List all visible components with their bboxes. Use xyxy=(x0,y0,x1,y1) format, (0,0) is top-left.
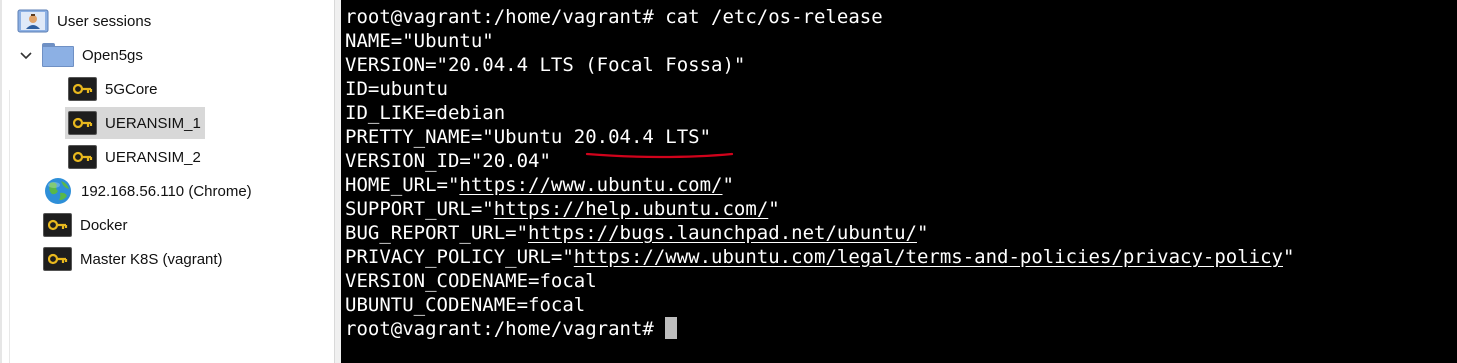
terminal-output[interactable]: root@vagrant:/home/vagrant# cat /etc/os-… xyxy=(341,0,1457,363)
sidebar-item-label: 192.168.56.110 (Chrome) xyxy=(81,182,252,200)
key-icon xyxy=(43,213,72,237)
terminal-line: UBUNTU_CODENAME=focal xyxy=(345,294,586,316)
panel-splitter[interactable] xyxy=(334,0,341,363)
chevron-down-icon[interactable] xyxy=(17,47,35,65)
privacy-policy-url-link[interactable]: https://www.ubuntu.com/legal/terms-and-p… xyxy=(574,246,1283,268)
folder-icon xyxy=(42,43,74,67)
key-icon xyxy=(68,77,97,101)
sidebar-item-label: UERANSIM_2 xyxy=(105,148,201,166)
terminal-line: PRIVACY_POLICY_URL="https://www.ubuntu.c… xyxy=(345,246,1295,268)
terminal-line: SUPPORT_URL="https://help.ubuntu.com/" xyxy=(345,198,780,220)
terminal-line: ID_LIKE=debian xyxy=(345,102,506,124)
globe-icon xyxy=(43,176,73,206)
sidebar-item-chrome-session[interactable]: 192.168.56.110 (Chrome) xyxy=(43,176,252,206)
terminal-line: VERSION_CODENAME=focal xyxy=(345,270,597,292)
home-url-link[interactable]: https://www.ubuntu.com/ xyxy=(459,174,722,196)
user-sessions-icon xyxy=(17,8,49,34)
sidebar-item-master-k8s[interactable]: Master K8S (vagrant) xyxy=(43,244,223,274)
terminal-line: BUG_REPORT_URL="https://bugs.launchpad.n… xyxy=(345,222,929,244)
key-icon xyxy=(43,247,72,271)
terminal-line: PRETTY_NAME="Ubuntu 20.04.4 LTS" xyxy=(345,126,712,148)
key-icon xyxy=(68,111,97,135)
bug-report-url-link[interactable]: https://bugs.launchpad.net/ubuntu/ xyxy=(528,222,917,244)
session-tree-panel: User sessions Open5gs 5GCore UERANSIM_1 … xyxy=(0,0,334,363)
terminal-line: VERSION="20.04.4 LTS (Focal Fossa)" xyxy=(345,54,746,76)
terminal-line: VERSION_ID="20.04" xyxy=(345,150,551,172)
sidebar-item-label: Docker xyxy=(80,216,128,234)
sidebar-item-label: Open5gs xyxy=(82,46,143,64)
sidebar-item-label: 5GCore xyxy=(105,80,158,98)
sidebar-item-label: Master K8S (vagrant) xyxy=(80,250,223,268)
sidebar-item-ueransim-2[interactable]: UERANSIM_2 xyxy=(68,142,201,172)
sidebar-item-user-sessions[interactable]: User sessions xyxy=(17,6,151,36)
sidebar-item-5gcore[interactable]: 5GCore xyxy=(68,74,158,104)
terminal-line: root@vagrant:/home/vagrant# cat /etc/os-… xyxy=(345,6,883,28)
sidebar-item-label: UERANSIM_1 xyxy=(105,114,201,132)
sidebar-item-open5gs[interactable]: Open5gs xyxy=(42,40,143,70)
terminal-prompt-line: root@vagrant:/home/vagrant# xyxy=(345,317,678,341)
terminal-line: NAME="Ubuntu" xyxy=(345,30,494,52)
sidebar-item-ueransim-1[interactable]: UERANSIM_1 xyxy=(65,107,205,139)
sidebar-item-label: User sessions xyxy=(57,12,152,30)
terminal-line: ID=ubuntu xyxy=(345,78,448,100)
key-icon xyxy=(68,145,97,169)
support-url-link[interactable]: https://help.ubuntu.com/ xyxy=(494,198,769,220)
terminal-line: HOME_URL="https://www.ubuntu.com/" xyxy=(345,174,734,196)
sidebar-inner-border xyxy=(0,90,10,363)
terminal-cursor xyxy=(665,317,678,339)
red-underline-annotation xyxy=(585,152,734,159)
sidebar-item-docker[interactable]: Docker xyxy=(43,210,128,240)
